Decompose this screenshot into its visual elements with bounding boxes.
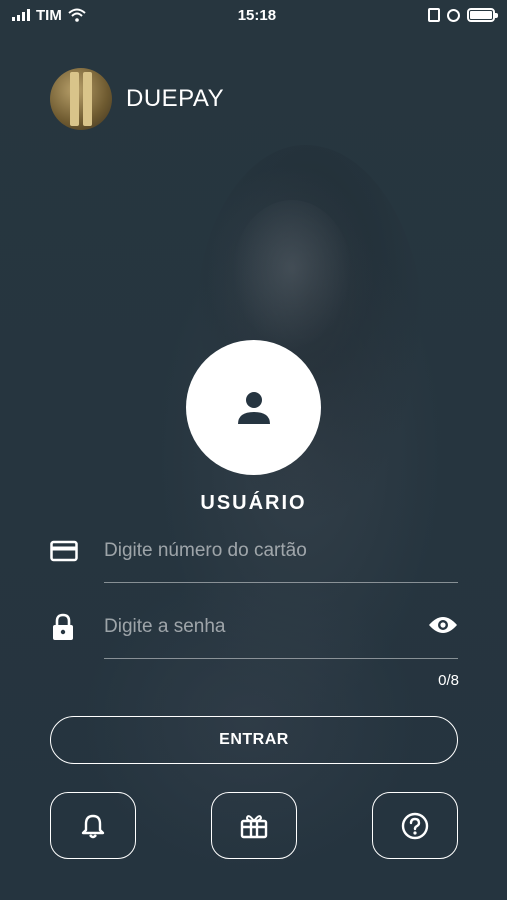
gift-button[interactable] (211, 792, 297, 859)
password-field[interactable] (50, 604, 458, 650)
user-title: USUÁRIO (200, 492, 307, 514)
wifi-icon (68, 8, 86, 22)
alarm-icon (446, 8, 460, 22)
lock-icon (50, 613, 82, 641)
battery-icon (466, 8, 498, 22)
signal-icon (12, 9, 30, 21)
card-underline (104, 582, 458, 583)
duepay-logo-icon (50, 68, 112, 130)
gift-icon (240, 814, 268, 838)
password-counter: 0/8 (438, 672, 459, 689)
card-number-input[interactable] (104, 540, 458, 562)
bell-icon (81, 814, 105, 838)
password-input[interactable] (104, 616, 458, 638)
credit-card-icon (50, 540, 82, 562)
status-left: TIM (12, 7, 86, 24)
brand-name: DUEPAY (126, 85, 225, 112)
card-number-field[interactable] (50, 528, 458, 574)
status-bar: TIM 15:18 (0, 0, 507, 30)
user-icon (237, 391, 270, 424)
user-avatar (186, 340, 321, 475)
portrait-lock-icon (427, 8, 440, 22)
clock: 15:18 (237, 6, 277, 24)
notifications-button[interactable] (50, 792, 136, 859)
background-face (232, 200, 352, 350)
brand-header: DUEPAY (50, 68, 224, 130)
carrier-label: TIM (36, 6, 62, 24)
help-button[interactable] (372, 792, 458, 859)
password-underline (104, 658, 458, 659)
login-button[interactable]: ENTRAR (50, 716, 458, 764)
help-icon (401, 812, 429, 839)
eye-icon[interactable] (428, 615, 458, 640)
status-right (427, 8, 498, 22)
